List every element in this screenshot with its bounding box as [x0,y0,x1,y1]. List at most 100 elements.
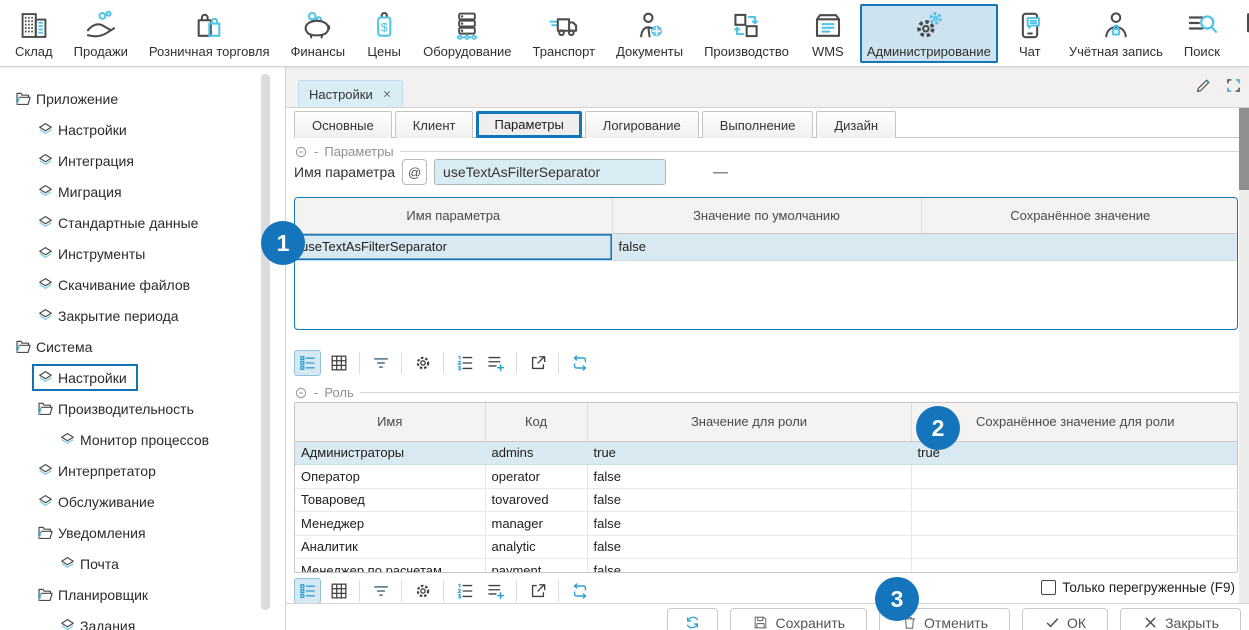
numbered-list-icon[interactable] [451,578,478,604]
table-cell[interactable]: Менеджер по расчетам [295,559,485,574]
toolbar-item-wms[interactable]: WMS [803,4,853,63]
tab-основные[interactable]: Основные [294,111,392,138]
filter-icon[interactable] [367,350,394,376]
table-cell[interactable] [911,512,1238,536]
tab-close-icon[interactable] [382,89,392,99]
table-row[interactable]: Менеджерmanagerfalse [295,512,1238,536]
sidebar-item[interactable]: Интеграция [0,145,272,176]
table-cell[interactable]: false [587,535,911,559]
sidebar-item[interactable]: Задания [0,610,272,630]
sidebar-scrollbar[interactable] [261,74,270,610]
collapse-icon[interactable] [294,145,308,159]
table-cell[interactable]: Товаровед [295,488,485,512]
expand-fullscreen-icon[interactable] [1224,76,1243,95]
toolbar-item-prices[interactable]: $Цены [359,4,409,63]
table-cell[interactable]: payment [485,559,587,574]
table-cell[interactable] [911,465,1238,489]
table-cell[interactable] [911,535,1238,559]
grid-view-icon[interactable] [325,350,352,376]
table-cell[interactable]: Администраторы [295,441,485,465]
sidebar-item[interactable]: Планировщик [0,579,272,610]
column-header[interactable]: Имя параметра [295,198,612,233]
table-row[interactable]: Товароведtovarovedfalse [295,488,1238,512]
sidebar-item[interactable]: Скачивание файлов [0,269,272,300]
toolbar-item-documents[interactable]: Документы [609,4,690,63]
toolbar-item-administration[interactable]: Администрирование [860,4,998,63]
add-row-icon[interactable] [482,578,509,604]
sidebar-item[interactable]: Настройки [0,114,272,145]
tab-параметры[interactable]: Параметры [476,111,581,138]
at-button[interactable]: @ [402,159,427,185]
table-cell[interactable] [911,488,1238,512]
table-row[interactable]: Аналитикanalyticfalse [295,535,1238,559]
sidebar-scrollbar-thumb[interactable] [261,74,270,610]
column-header[interactable]: Имя [295,403,485,441]
table-cell[interactable]: true [911,441,1238,465]
ок-button[interactable]: ОК [1022,608,1108,630]
refresh-button[interactable] [667,608,718,630]
column-header[interactable]: Сохранённое значение [921,198,1238,233]
sidebar-item[interactable]: Миграция [0,176,272,207]
table-row[interactable]: Администраторыadminstruetrue [295,441,1238,465]
open-external-icon[interactable] [524,350,551,376]
sidebar-item[interactable]: Настройки [0,362,272,393]
table-cell[interactable]: Менеджер [295,512,485,536]
toolbar-item-warehouse[interactable]: Склад [8,4,60,63]
table-cell[interactable]: operator [485,465,587,489]
table-cell[interactable] [911,559,1238,574]
filter-icon[interactable] [367,578,394,604]
table-cell[interactable]: Оператор [295,465,485,489]
sidebar-item[interactable]: Уведомления [0,517,272,548]
checkbox-icon[interactable] [1041,580,1056,595]
table-cell[interactable]: tovaroved [485,488,587,512]
toolbar-item-chat[interactable]: Чат [1005,4,1055,63]
tab-логирование[interactable]: Логирование [585,111,699,138]
toolbar-item-search[interactable]: Поиск [1177,4,1227,63]
sidebar-item[interactable]: Интерпретатор [0,455,272,486]
reload-icon[interactable] [566,350,593,376]
table-cell[interactable]: false [587,559,911,574]
column-header[interactable]: Сохранённое значение для роли [911,403,1238,441]
toolbar-item-account[interactable]: Учётная запись [1062,4,1170,63]
sidebar-item[interactable]: Система [0,331,272,362]
list-view-icon[interactable] [294,350,321,376]
tab-клиент[interactable]: Клиент [395,111,474,138]
sidebar-item[interactable]: Обслуживание [0,486,272,517]
numbered-list-icon[interactable] [451,350,478,376]
toolbar-item-equipment[interactable]: Оборудование [416,4,518,63]
sidebar-item[interactable]: Почта [0,548,272,579]
sidebar-item[interactable]: Закрытие периода [0,300,272,331]
tab-дизайн[interactable]: Дизайн [816,111,896,138]
toolbar-item-sales[interactable]: Продажи [67,4,135,63]
sidebar-item[interactable]: Производительность [0,393,272,424]
grid-view-icon[interactable] [325,578,352,604]
settings-icon[interactable] [409,578,436,604]
toolbar-item-retail[interactable]: Розничная торговля [142,4,277,63]
sidebar-item[interactable]: Монитор процессов [0,424,272,455]
закрыть-button[interactable]: Закрыть [1120,608,1241,630]
add-row-icon[interactable] [482,350,509,376]
column-header[interactable]: Значение для роли [587,403,911,441]
edit-pencil-icon[interactable] [1194,76,1213,95]
table-cell[interactable]: Аналитик [295,535,485,559]
table-cell[interactable]: false [587,512,911,536]
sidebar-item[interactable]: Приложение [0,83,272,114]
open-external-icon[interactable] [524,578,551,604]
table-cell[interactable]: true [587,441,911,465]
table-row[interactable]: Операторoperatorfalse [295,465,1238,489]
column-header[interactable]: Значение по умолчанию [612,198,921,233]
toolbar-item-bi[interactable]: BI [1234,4,1249,63]
column-header[interactable]: Код [485,403,587,441]
сохранить-button[interactable]: Сохранить [730,608,867,630]
main-scrollbar[interactable] [1239,108,1249,603]
table-cell[interactable]: useTextAsFilterSeparator [295,233,612,260]
sidebar-item[interactable]: Стандартные данные [0,207,272,238]
toolbar-item-finance[interactable]: Финансы [284,4,353,63]
table-cell[interactable] [921,233,1238,260]
main-scrollbar-thumb[interactable] [1239,108,1249,190]
table-cell[interactable]: manager [485,512,587,536]
toolbar-item-transport[interactable]: Транспорт [526,4,603,63]
tab-выполнение[interactable]: Выполнение [702,111,814,138]
doc-tab-settings[interactable]: Настройки [298,80,403,107]
table-cell[interactable]: analytic [485,535,587,559]
